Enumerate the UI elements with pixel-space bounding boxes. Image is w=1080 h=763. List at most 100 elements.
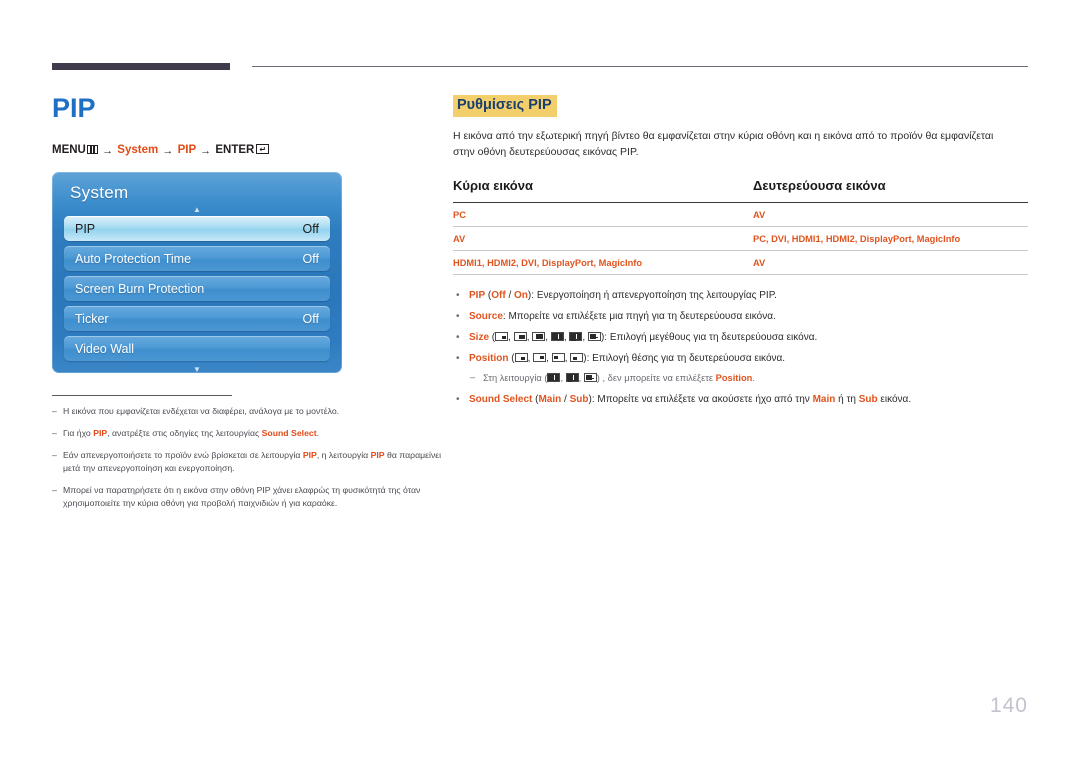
footnote-item: – Μπορεί να παρατηρήσετε ότι η εικόνα στ…	[52, 484, 442, 510]
bullet-text: Μπορείτε να επιλέξετε μια πηγή για τη δε…	[508, 311, 776, 323]
table-row: HDMI1, HDMI2, DVI, DisplayPort, MagicInf…	[453, 250, 1028, 276]
osd-item-auto-protection-time[interactable]: Auto Protection Time Off	[64, 246, 330, 272]
subnote-position-unavailable: – Στη λειτουργία (, , ) , δεν μπορείτε να…	[453, 372, 1028, 386]
osd-item-value: Off	[302, 251, 319, 266]
breadcrumb-step-system: System	[117, 144, 159, 156]
footnote-list: – Η εικόνα που εμφανίζεται ενδέχεται να …	[52, 395, 442, 510]
bullet-term: Sound Select	[469, 394, 533, 406]
osd-item-screen-burn-protection[interactable]: Screen Burn Protection	[64, 276, 330, 302]
footnote-item: – Εάν απενεργοποιήσετε το προϊόν ενώ βρί…	[52, 449, 442, 475]
table-cell-main: HDMI1, HDMI2, DVI, DisplayPort, MagicInf…	[453, 250, 753, 276]
bullet-dot-icon: •	[456, 311, 460, 323]
table-cell-sub: AV	[753, 202, 1028, 228]
footnote-text: , η λειτουργία	[316, 450, 371, 461]
enter-key-icon: ↵	[256, 144, 270, 154]
bullet-dot-icon: •	[456, 290, 460, 302]
footnote-dash: –	[52, 428, 57, 439]
page-header-rule	[52, 63, 1028, 73]
bullet-text: εικόνα.	[877, 394, 912, 406]
footnote-text: Για ήχο	[63, 428, 94, 439]
bullet-text: /	[561, 394, 570, 406]
osd-item-value: Off	[302, 311, 319, 326]
osd-menu-list: PIP Off Auto Protection Time Off Screen …	[52, 216, 342, 362]
table-cell-sub: AV	[753, 250, 1028, 276]
table-row: PC AV	[453, 202, 1028, 228]
bullet-item-position: • Position (, , , ): Επιλογή θέσης για τη…	[453, 351, 1028, 366]
bullet-term: PIP	[469, 290, 486, 302]
pip-split-bar-icon	[583, 373, 597, 383]
bullet-text: Ενεργοποίηση ή απενεργοποίηση της λειτου…	[536, 290, 777, 302]
breadcrumb-arrow-3: →	[200, 145, 212, 157]
bullet-term: Size	[469, 332, 490, 344]
subnote-text: .	[752, 373, 755, 384]
bullet-text: ):	[600, 332, 610, 344]
pip-split-half-icon	[550, 332, 564, 342]
breadcrumb-arrow-2: →	[162, 145, 174, 157]
breadcrumb-step-pip: PIP	[177, 144, 196, 156]
subnote-highlight: Position	[715, 373, 753, 384]
pip-split-half-icon	[547, 373, 561, 383]
footnote-item: – Για ήχο PIP, ανατρέξτε στις οδηγίες τη…	[52, 427, 442, 440]
bullet-text: ή τη	[835, 394, 859, 406]
bullet-option-main-2: Main	[812, 394, 836, 406]
scroll-down-arrow-icon[interactable]: ▼	[52, 366, 342, 374]
table-row: AV PC, DVI, HDMI1, HDMI2, DisplayPort, M…	[453, 226, 1028, 252]
footnote-highlight: PIP	[370, 450, 385, 461]
bullet-option-sub: Sub	[569, 394, 589, 406]
table-header-sub-picture: Δευτερεύουσα εικόνα	[753, 178, 1028, 204]
table-header-main-picture: Κύρια εικόνα	[453, 178, 753, 204]
osd-item-label: PIP	[75, 221, 96, 236]
bullet-text: ):	[527, 290, 537, 302]
left-column: PIP MENU → System → PIP → ENTER ↵ System …	[52, 93, 441, 519]
footnote-highlight: PIP	[93, 428, 108, 439]
right-column: Ρυθμίσεις PIP Η εικόνα από την εξωτερική…	[453, 95, 1028, 413]
table-cell-sub: PC, DVI, HDMI1, HDMI2, DisplayPort, Magi…	[753, 226, 1028, 252]
osd-item-value: Off	[302, 221, 319, 236]
bullet-list: • PIP (Off / On): Ενεργοποίηση ή απενεργο…	[453, 288, 1028, 407]
section-description: Η εικόνα από την εξωτερική πηγή βίντεο θ…	[453, 129, 994, 158]
bullet-text: Μπορείτε να επιλέξετε να ακούσετε ήχο απ…	[597, 394, 813, 406]
bullet-item-source: • Source: Μπορείτε να επιλέξετε μια πηγή …	[453, 309, 1028, 324]
menu-icon	[86, 145, 98, 154]
osd-item-label: Screen Burn Protection	[75, 281, 205, 296]
pip-pos-top-right-icon	[533, 353, 547, 363]
pip-size-medium-icon	[513, 332, 527, 342]
table-header-row: Κύρια εικόνα Δευτερεύουσα εικόνα	[453, 178, 1028, 204]
bullet-item-sound-select: • Sound Select (Main / Sub): Μπορείτε να …	[453, 392, 1028, 407]
page-title: PIP	[52, 93, 96, 123]
bullet-term: Source	[469, 311, 503, 323]
bullet-option-sub-2: Sub	[858, 394, 878, 406]
bullet-option-on: On	[514, 290, 528, 302]
footnote-text: Μπορεί να παρατηρήσετε ότι η εικόνα στην…	[63, 485, 421, 509]
breadcrumb-menu-label: MENU	[52, 144, 86, 156]
footnote-text: .	[316, 428, 320, 439]
bullet-item-size: • Size (, , , , , ): Επιλογή μεγέθους για…	[453, 330, 1028, 345]
footnote-text: Η εικόνα που εμφανίζεται ενδέχεται να δι…	[63, 406, 340, 417]
osd-item-ticker[interactable]: Ticker Off	[64, 306, 330, 332]
subnote-text: Στη λειτουργία (	[483, 373, 548, 384]
source-compatibility-table: Κύρια εικόνα Δευτερεύουσα εικόνα PC AV A…	[453, 178, 1028, 276]
subnote-text: ) , δεν μπορείτε να επιλέξετε	[596, 373, 716, 384]
footnote-dash: –	[52, 450, 57, 461]
osd-item-label: Ticker	[75, 311, 109, 326]
osd-item-video-wall[interactable]: Video Wall	[64, 336, 330, 362]
table-cell-main: PC	[453, 202, 753, 228]
breadcrumb: MENU → System → PIP → ENTER ↵	[52, 144, 432, 158]
osd-item-pip[interactable]: PIP Off	[64, 216, 330, 242]
osd-item-label: Auto Protection Time	[75, 251, 192, 266]
table-cell-main: AV	[453, 226, 753, 252]
scroll-up-arrow-icon[interactable]: ▲	[52, 206, 342, 216]
bullet-dot-icon: •	[456, 332, 460, 344]
bullet-text: /	[505, 290, 515, 302]
osd-panel-title: System	[70, 183, 129, 203]
bullet-option-off: Off	[491, 290, 506, 302]
footnote-divider	[52, 395, 232, 397]
breadcrumb-enter-label: ENTER	[215, 144, 255, 156]
pip-pos-top-left-icon	[551, 353, 565, 363]
pip-split-bar-icon	[587, 332, 601, 342]
footnote-dash: –	[52, 485, 57, 496]
section-title: Ρυθμίσεις PIP	[453, 95, 557, 117]
footnote-dash: –	[52, 406, 57, 417]
pip-split-wide-icon	[565, 373, 579, 383]
header-rule-thick	[52, 63, 230, 70]
